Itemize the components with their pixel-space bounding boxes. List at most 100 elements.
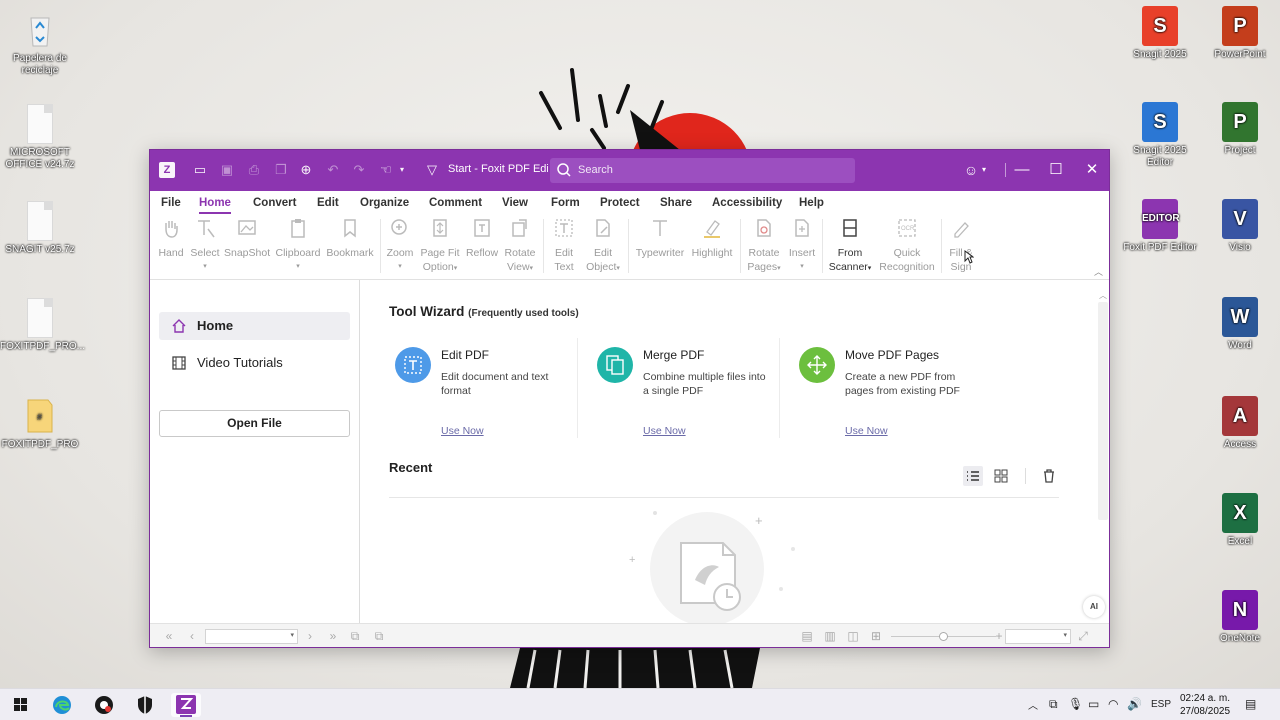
facing-pages-icon[interactable]: ◫ — [846, 630, 860, 643]
continuous-page-icon[interactable]: ▥ — [823, 630, 837, 643]
desktop-icon-foxit-editor[interactable]: EDITOR Foxit PDF Editor — [1120, 199, 1200, 254]
from-scanner-button[interactable]: From Scanner▾ — [827, 217, 873, 276]
insert-button[interactable]: Insert ▾ — [786, 217, 818, 274]
start-button[interactable] — [5, 693, 35, 717]
next-view-icon[interactable]: ⧉ — [372, 630, 386, 643]
snapshot-button[interactable]: SnapShot — [224, 217, 270, 260]
desktop-icon-word[interactable]: W Word — [1200, 297, 1280, 352]
reflow-button[interactable]: Reflow — [465, 217, 499, 260]
list-view-button[interactable] — [963, 466, 983, 486]
quick-recognition-button[interactable]: OCR Quick Recognition — [877, 217, 937, 274]
rotate-view-button[interactable]: Rotate View▾ — [502, 217, 538, 276]
wifi-icon[interactable]: ◠ — [1108, 697, 1118, 711]
account-chevron-icon[interactable]: ▾ — [976, 156, 992, 184]
collapse-ribbon-icon[interactable]: ︿ — [1094, 265, 1103, 278]
desktop-icon-project[interactable]: P Project — [1200, 102, 1280, 157]
menu-form[interactable]: Form — [551, 197, 580, 209]
highlight-button[interactable]: Highlight — [689, 217, 735, 260]
tool-card-merge-pdf[interactable]: Merge PDF Combine multiple files into a … — [591, 338, 791, 438]
grid-view-button[interactable] — [991, 466, 1011, 486]
desktop-icon-foxit-folder[interactable]: # FOXITPDF_PRO — [0, 396, 80, 451]
fullscreen-icon[interactable]: ⤢ — [1076, 630, 1090, 643]
scrollbar-thumb[interactable] — [1098, 302, 1108, 520]
menu-help[interactable]: Help — [799, 197, 824, 209]
tray-expand-icon[interactable]: ︿ — [1028, 697, 1038, 712]
menu-comment[interactable]: Comment — [429, 197, 482, 209]
desktop-icon-snagit-archive[interactable]: SNAGIT v25.7z — [0, 201, 80, 256]
desktop-icon-access[interactable]: A Access — [1200, 396, 1280, 451]
menu-share[interactable]: Share — [660, 197, 692, 209]
battery-icon[interactable]: ▭ — [1088, 697, 1099, 711]
edit-pdf-use-now-link[interactable]: Use Now — [441, 425, 484, 437]
tool-card-move-pdf-pages[interactable]: Move PDF Pages Create a new PDF from pag… — [793, 338, 993, 438]
menu-edit[interactable]: Edit — [317, 197, 339, 209]
last-page-icon[interactable]: » — [326, 630, 340, 643]
obs-taskbar-button[interactable] — [89, 693, 119, 717]
menu-protect[interactable]: Protect — [600, 197, 640, 209]
microphone-icon[interactable]: 🎙 — [1068, 697, 1083, 711]
move-pages-use-now-link[interactable]: Use Now — [845, 425, 888, 437]
edit-object-button[interactable]: Edit Object▾ — [583, 217, 623, 276]
first-page-icon[interactable]: « — [162, 630, 176, 643]
quick-access-dropdown-icon[interactable]: ▽ — [424, 162, 440, 178]
menu-convert[interactable]: Convert — [253, 197, 296, 209]
copy-icon[interactable]: ❐ — [273, 162, 289, 178]
bookmark-button[interactable]: Bookmark — [325, 217, 375, 260]
notifications-icon[interactable]: ▤ — [1245, 697, 1256, 711]
zoom-slider[interactable] — [891, 632, 996, 641]
desktop-icon-snagit[interactable]: S Snagit 2025 — [1120, 6, 1200, 61]
zoom-slider-thumb[interactable] — [939, 632, 948, 641]
hand-button[interactable]: Hand — [156, 217, 186, 260]
menu-home[interactable]: Home — [199, 197, 231, 214]
tool-card-edit-pdf[interactable]: Edit PDF Edit document and text format U… — [389, 338, 589, 438]
print-icon[interactable]: ⎙ — [246, 162, 262, 178]
close-button[interactable]: ✕ — [1077, 156, 1107, 184]
redo-icon[interactable]: ↷ — [351, 162, 367, 178]
minimize-button[interactable]: — — [1007, 156, 1037, 184]
select-button[interactable]: Select ▾ — [189, 217, 221, 274]
desktop-icon-onenote[interactable]: N OneNote — [1200, 590, 1280, 645]
page-fit-option-button[interactable]: Page Fit Option▾ — [420, 217, 460, 276]
new-doc-icon[interactable]: ⊕ — [298, 162, 314, 178]
open-file-button[interactable]: Open File — [159, 410, 350, 437]
desktop-icon-recycle-bin[interactable]: Papelera de reciclaje — [0, 10, 80, 77]
single-page-icon[interactable]: ▤ — [800, 630, 814, 643]
desktop-icon-snagit-editor[interactable]: S Snagit 2025 Editor — [1120, 102, 1200, 169]
clear-recent-button[interactable] — [1039, 466, 1059, 486]
chevron-down-icon[interactable]: ▾ — [394, 162, 410, 178]
language-indicator[interactable]: ESP — [1151, 699, 1171, 710]
previous-page-icon[interactable]: ‹ — [185, 630, 199, 643]
menu-organize[interactable]: Organize — [360, 197, 409, 209]
edit-text-button[interactable]: Edit Text — [548, 217, 580, 274]
sidebar-item-home[interactable]: Home — [159, 312, 350, 340]
desktop-icon-powerpoint[interactable]: P PowerPoint — [1200, 6, 1280, 61]
menu-accessibility[interactable]: Accessibility — [712, 197, 782, 209]
fill-sign-button[interactable]: Fill & Sign — [945, 217, 977, 274]
menu-file[interactable]: File — [161, 197, 181, 209]
merge-pdf-use-now-link[interactable]: Use Now — [643, 425, 686, 437]
open-folder-icon[interactable]: ▭ — [192, 162, 208, 178]
typewriter-button[interactable]: Typewriter — [634, 217, 686, 260]
continuous-facing-icon[interactable]: ⊞ — [869, 630, 883, 643]
search-box[interactable]: Search — [550, 158, 855, 183]
edge-taskbar-button[interactable] — [47, 693, 77, 717]
security-taskbar-button[interactable] — [130, 693, 160, 717]
desktop-icon-visio[interactable]: V Visio — [1200, 199, 1280, 254]
rotate-pages-button[interactable]: Rotate Pages▾ — [746, 217, 782, 276]
maximize-button[interactable]: ☐ — [1041, 156, 1071, 184]
previous-view-icon[interactable]: ⧉ — [348, 630, 362, 643]
sidebar-item-video-tutorials[interactable]: Video Tutorials — [159, 349, 350, 377]
zoom-button[interactable]: Zoom ▾ — [384, 217, 416, 274]
desktop-icon-excel[interactable]: X Excel — [1200, 493, 1280, 548]
search-input[interactable]: Search — [578, 164, 613, 176]
clipboard-button[interactable]: Clipboard ▾ — [274, 217, 322, 274]
zoom-in-icon[interactable]: + — [992, 630, 1006, 643]
hand-tool-icon[interactable]: ☜ — [378, 162, 394, 178]
menu-view[interactable]: View — [502, 197, 528, 209]
next-page-icon[interactable]: › — [303, 630, 317, 643]
foxit-taskbar-button[interactable] — [171, 693, 201, 717]
scroll-up-icon[interactable]: ︿ — [1099, 290, 1107, 301]
volume-icon[interactable]: 🔊 — [1127, 697, 1142, 711]
tray-app-icon[interactable]: ⧉ — [1049, 697, 1058, 712]
page-number-input[interactable]: ▾ — [205, 629, 298, 644]
